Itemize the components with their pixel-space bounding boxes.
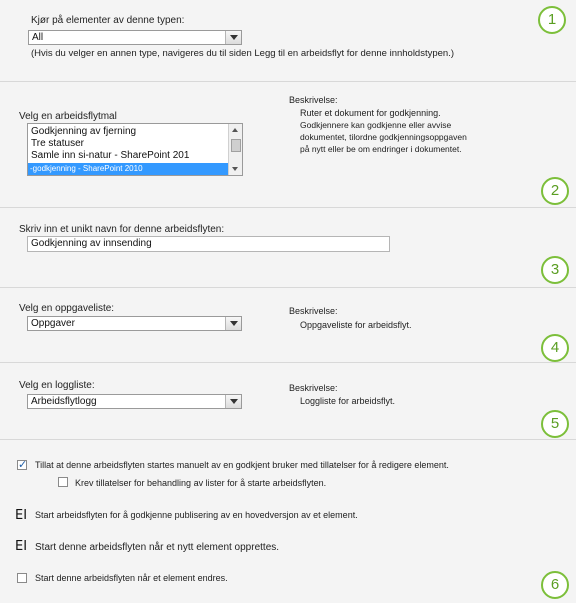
history-list-label: Velg en loggliste: xyxy=(19,380,95,391)
create-start-label: Start denne arbeidsflyten når et nytt el… xyxy=(35,542,280,553)
step-number-3: 3 xyxy=(541,256,569,284)
task-description-label: Beskrivelse: xyxy=(289,306,338,316)
section-workflow-name: Skriv inn et unikt navn for denne arbeid… xyxy=(0,208,576,288)
template-description-line: Ruter et dokument for godkjenning. xyxy=(300,108,441,118)
template-description-line: Godkjennere kan godkjenne eller avvise xyxy=(300,120,452,130)
template-scrollbar[interactable] xyxy=(228,124,242,175)
change-start-label: Start denne arbeidsflyten når et element… xyxy=(35,573,228,583)
allow-manual-label: Tillat at denne arbeidsflyten startes ma… xyxy=(35,460,449,470)
section-start-options: Tillat at denne arbeidsflyten startes ma… xyxy=(0,440,576,603)
scroll-up-icon[interactable] xyxy=(232,128,238,132)
workflow-name-field[interactable] xyxy=(27,236,390,252)
template-item[interactable]: Samle inn si-natur - SharePoint 201 xyxy=(31,150,189,161)
publish-start-marker[interactable]: EI xyxy=(15,508,27,523)
step-number-5: 5 xyxy=(541,410,569,438)
publish-start-label: Start arbeidsflyten for å godkjenne publ… xyxy=(35,510,358,520)
template-description-label: Beskrivelse: xyxy=(289,95,338,105)
template-item[interactable]: Tre statuser xyxy=(31,138,84,149)
content-type-select[interactable]: All xyxy=(28,30,242,45)
step-number-1: 1 xyxy=(538,6,566,34)
workflow-name-label: Skriv inn et unikt navn for denne arbeid… xyxy=(19,224,225,235)
require-manage-label: Krev tillatelser for behandling av liste… xyxy=(75,478,327,488)
change-start-checkbox[interactable] xyxy=(17,573,27,583)
chevron-down-icon[interactable] xyxy=(225,31,241,44)
content-type-label: Kjør på elementer av denne typen: xyxy=(31,15,185,26)
task-description-text: Oppgaveliste for arbeidsflyt. xyxy=(300,320,412,330)
section-content-type: 1 Kjør på elementer av denne typen: All … xyxy=(0,0,576,82)
history-list-select[interactable]: Arbeidsflytlogg xyxy=(27,394,242,409)
step-number-4: 4 xyxy=(541,334,569,362)
scroll-thumb[interactable] xyxy=(231,139,241,152)
workflow-name-input[interactable] xyxy=(31,238,374,249)
section-history-list: Velg en loggliste: Arbeidsflytlogg Beskr… xyxy=(0,363,576,440)
content-type-hint: (Hvis du velger en annen type, navigeres… xyxy=(31,48,455,59)
section-workflow-template: Velg en arbeidsflytmal Godkjenning av fj… xyxy=(0,82,576,208)
step-number-2: 2 xyxy=(541,177,569,205)
create-start-marker[interactable]: EI xyxy=(15,539,27,554)
task-list-label: Velg en oppgaveliste: xyxy=(19,303,115,314)
template-item-selected[interactable]: -godkjenning - SharePoint 2010 xyxy=(28,163,230,175)
template-label: Velg en arbeidsflytmal xyxy=(19,111,117,122)
step-number-6: 6 xyxy=(541,571,569,599)
allow-manual-checkbox[interactable] xyxy=(17,458,27,471)
task-list-select[interactable]: Oppgaver xyxy=(27,316,242,331)
template-description-line: dokumentet, tilordne godkjenningsoppgave… xyxy=(300,132,467,142)
task-list-value: Oppgaver xyxy=(31,318,75,329)
section-task-list: Velg en oppgaveliste: Oppgaver Beskrivel… xyxy=(0,288,576,363)
require-manage-checkbox[interactable] xyxy=(58,477,68,487)
template-item[interactable]: Godkjenning av fjerning xyxy=(31,126,136,137)
content-type-value: All xyxy=(32,32,44,43)
chevron-down-icon[interactable] xyxy=(225,395,241,408)
chevron-down-icon[interactable] xyxy=(225,317,241,330)
template-description-line: på nytt eller be om endringer i dokument… xyxy=(300,144,462,154)
history-description-text: Loggliste for arbeidsflyt. xyxy=(300,396,396,406)
history-list-value: Arbeidsflytlogg xyxy=(31,396,97,407)
template-listbox[interactable]: Godkjenning av fjerning Tre statuser Sam… xyxy=(27,123,243,176)
scroll-down-icon[interactable] xyxy=(232,167,238,171)
history-description-label: Beskrivelse: xyxy=(289,383,338,393)
